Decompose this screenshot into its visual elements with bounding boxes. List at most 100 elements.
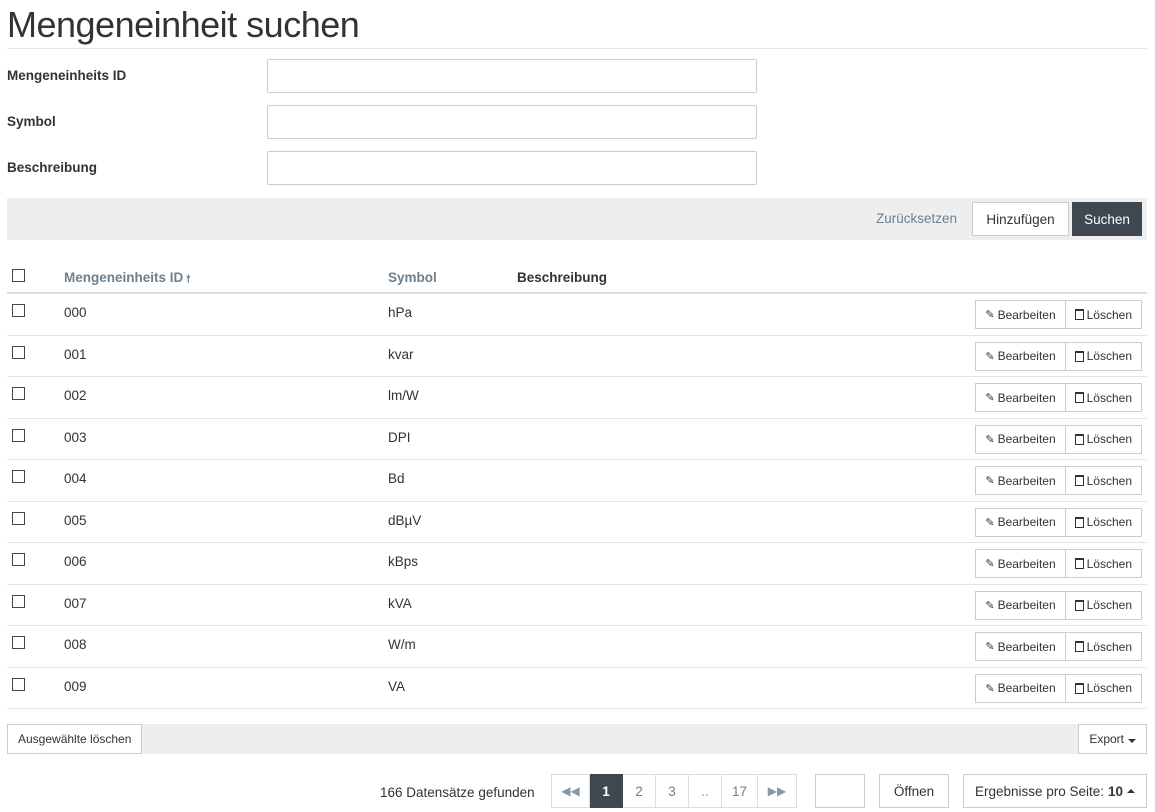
delete-button[interactable]: Löschen bbox=[1065, 507, 1142, 537]
table-row: 001 kvar ✎ Bearbeiten Löschen bbox=[7, 336, 1147, 377]
cell-id: 006 bbox=[64, 554, 87, 569]
row-checkbox[interactable] bbox=[12, 304, 25, 317]
edit-button[interactable]: ✎ Bearbeiten bbox=[975, 300, 1066, 329]
page-number-input[interactable] bbox=[815, 774, 865, 808]
delete-button[interactable]: Löschen bbox=[1065, 300, 1142, 329]
delete-button[interactable]: Löschen bbox=[1065, 383, 1142, 412]
edit-button[interactable]: ✎ Bearbeiten bbox=[975, 466, 1066, 495]
cell-id: 004 bbox=[64, 471, 87, 486]
row-checkbox[interactable] bbox=[12, 428, 25, 442]
trash-icon bbox=[1074, 433, 1084, 445]
cell-symbol: kvar bbox=[388, 346, 414, 362]
open-page-button[interactable]: Öffnen bbox=[879, 774, 949, 808]
delete-button[interactable]: Löschen bbox=[1065, 590, 1142, 620]
row-checkbox[interactable] bbox=[12, 677, 25, 691]
reset-link[interactable]: Zurücksetzen bbox=[876, 211, 957, 226]
export-button[interactable]: Export bbox=[1078, 724, 1147, 754]
delete-button[interactable]: Löschen bbox=[1065, 466, 1142, 495]
edit-button[interactable]: ✎ Bearbeiten bbox=[975, 424, 1066, 454]
trash-icon bbox=[1074, 309, 1084, 320]
delete-button[interactable]: Löschen bbox=[1065, 549, 1142, 578]
id-input[interactable] bbox=[267, 59, 757, 93]
edit-button[interactable]: ✎ Bearbeiten bbox=[975, 507, 1066, 537]
double-chevron-right-icon: ▶▶ bbox=[767, 784, 787, 798]
symbol-input[interactable] bbox=[267, 105, 757, 139]
pencil-icon: ✎ bbox=[985, 682, 995, 695]
cell-symbol: lm/W bbox=[388, 388, 419, 403]
cell-symbol: kBps bbox=[388, 554, 419, 569]
column-header-description: Beschreibung bbox=[517, 270, 608, 285]
column-header-id[interactable]: Mengeneinheits ID 🠕 bbox=[64, 270, 191, 289]
cell-id: 008 bbox=[64, 637, 87, 652]
row-checkbox[interactable] bbox=[12, 553, 25, 566]
page-button-2[interactable]: 2 bbox=[623, 774, 656, 808]
first-page-button[interactable]: ◀◀ bbox=[551, 774, 590, 808]
trash-icon bbox=[1074, 350, 1084, 362]
edit-button[interactable]: ✎ Bearbeiten bbox=[975, 632, 1066, 661]
edit-button[interactable]: ✎ Bearbeiten bbox=[975, 383, 1066, 412]
column-header-symbol[interactable]: Symbol bbox=[388, 270, 437, 285]
table-row: 000 hPa ✎ Bearbeiten Löschen bbox=[7, 294, 1147, 336]
pencil-icon: ✎ bbox=[985, 350, 995, 363]
edit-button[interactable]: ✎ Bearbeiten bbox=[975, 673, 1066, 703]
form-row-description: Beschreibung bbox=[7, 151, 767, 185]
row-checkbox[interactable] bbox=[12, 511, 25, 525]
row-actions: ✎ Bearbeiten Löschen bbox=[975, 424, 1142, 454]
edit-button[interactable]: ✎ Bearbeiten bbox=[975, 341, 1066, 371]
row-checkbox[interactable] bbox=[12, 387, 25, 400]
symbol-label: Symbol bbox=[7, 114, 56, 129]
page-button-17[interactable]: 17 bbox=[722, 774, 759, 808]
search-button[interactable]: Suchen bbox=[1072, 202, 1142, 236]
row-actions: ✎ Bearbeiten Löschen bbox=[975, 341, 1142, 371]
row-actions: ✎ Bearbeiten Löschen bbox=[975, 632, 1142, 661]
row-checkbox[interactable] bbox=[12, 594, 25, 608]
form-row-symbol: Symbol bbox=[7, 105, 767, 139]
cell-id: 003 bbox=[64, 429, 87, 445]
cell-symbol: DPI bbox=[388, 429, 411, 445]
cell-symbol: W/m bbox=[388, 637, 416, 652]
row-checkbox[interactable] bbox=[12, 470, 25, 483]
description-input[interactable] bbox=[267, 151, 757, 185]
page-title: Mengeneinheit suchen bbox=[7, 4, 360, 45]
delete-button[interactable]: Löschen bbox=[1065, 341, 1142, 371]
select-all-checkbox[interactable] bbox=[12, 269, 25, 282]
results-per-page-dropdown[interactable]: Ergebnisse pro Seite: 10 bbox=[963, 774, 1147, 808]
table-row: 003 DPI ✎ Bearbeiten Löschen bbox=[7, 419, 1147, 460]
cell-id: 005 bbox=[64, 512, 87, 528]
cell-symbol: Bd bbox=[388, 471, 405, 486]
row-actions: ✎ Bearbeiten Löschen bbox=[975, 466, 1142, 495]
edit-button[interactable]: ✎ Bearbeiten bbox=[975, 549, 1066, 578]
row-actions: ✎ Bearbeiten Löschen bbox=[975, 590, 1142, 620]
row-actions: ✎ Bearbeiten Löschen bbox=[975, 549, 1142, 578]
page-button-3[interactable]: 3 bbox=[656, 774, 689, 808]
pagination: ◀◀ 1 2 3 .. 17 ▶▶ bbox=[551, 774, 798, 808]
cell-id: 002 bbox=[64, 388, 87, 403]
table-header: Mengeneinheits ID 🠕 Symbol Beschreibung bbox=[7, 262, 1147, 294]
caret-down-icon bbox=[1128, 739, 1136, 743]
table-row: 008 W/m ✎ Bearbeiten Löschen bbox=[7, 626, 1147, 668]
cell-id: 009 bbox=[64, 678, 87, 694]
add-button[interactable]: Hinzufügen bbox=[972, 202, 1069, 236]
delete-button[interactable]: Löschen bbox=[1065, 673, 1142, 703]
delete-selected-button[interactable]: Ausgewählte löschen bbox=[7, 724, 143, 754]
table-row: 006 kBps ✎ Bearbeiten Löschen bbox=[7, 543, 1147, 585]
pencil-icon: ✎ bbox=[985, 309, 995, 321]
pencil-icon: ✎ bbox=[985, 392, 995, 404]
cell-id: 001 bbox=[64, 346, 87, 362]
edit-button[interactable]: ✎ Bearbeiten bbox=[975, 590, 1066, 620]
row-checkbox[interactable] bbox=[12, 345, 25, 359]
row-actions: ✎ Bearbeiten Löschen bbox=[975, 300, 1142, 329]
page-ellipsis: .. bbox=[689, 774, 722, 808]
last-page-button[interactable]: ▶▶ bbox=[758, 774, 798, 808]
table-row: 007 kVA ✎ Bearbeiten Löschen bbox=[7, 585, 1147, 626]
arrow-up-icon: 🠕 bbox=[186, 274, 191, 285]
delete-button[interactable]: Löschen bbox=[1065, 424, 1142, 454]
row-checkbox[interactable] bbox=[12, 636, 25, 649]
row-actions: ✎ Bearbeiten Löschen bbox=[975, 507, 1142, 537]
page-button-1[interactable]: 1 bbox=[590, 774, 623, 808]
cell-id: 000 bbox=[64, 305, 87, 320]
trash-icon bbox=[1074, 516, 1084, 528]
delete-button[interactable]: Löschen bbox=[1065, 632, 1142, 661]
row-actions: ✎ Bearbeiten Löschen bbox=[975, 383, 1142, 412]
pencil-icon: ✎ bbox=[985, 641, 995, 653]
